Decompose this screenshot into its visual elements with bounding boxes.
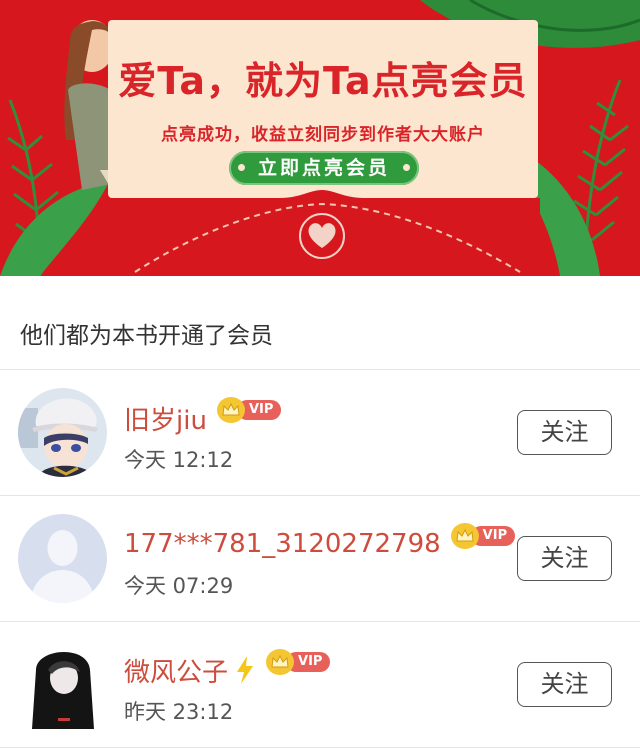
envelope-flap (110, 190, 540, 276)
vip-badge: VIP (266, 649, 331, 675)
crown-icon (450, 523, 479, 549)
list-item[interactable]: 微风公子 VIP 昨天 23:12 关注 (0, 622, 640, 748)
name-line: 微风公子 VIP (124, 649, 331, 689)
member-name[interactable]: 旧岁jiu (124, 400, 207, 437)
open-time: 今天 12:12 (124, 448, 234, 472)
open-time: 昨天 23:12 (124, 700, 234, 724)
name-line: 177***781_3120272798 VIP (124, 523, 516, 562)
follow-button[interactable]: 关注 (517, 536, 612, 581)
lightning-icon (237, 656, 254, 684)
anime-boy-avatar-icon (18, 388, 107, 477)
list-item[interactable]: 177***781_3120272798 VIP 今天 07:29 关注 (0, 496, 640, 622)
open-time: 今天 07:29 (124, 574, 234, 598)
crown-icon (266, 649, 295, 675)
avatar[interactable] (18, 388, 107, 477)
vip-badge: VIP (450, 523, 516, 549)
avatar[interactable] (18, 640, 107, 729)
member-name[interactable]: 微风公子 (124, 652, 228, 689)
follow-button[interactable]: 关注 (517, 410, 612, 455)
member-banner[interactable]: 爱Ta，就为Ta点亮会员 点亮成功，收益立刻同步到作者大大账户 立即点亮会员 (0, 0, 640, 276)
vip-badge: VIP (216, 397, 282, 423)
crown-icon (216, 397, 245, 423)
avatar[interactable] (18, 514, 107, 603)
default-user-avatar-icon (18, 514, 107, 603)
list-item[interactable]: 旧岁jiu VIP 今天 12:12 关注 (0, 370, 640, 496)
section-title: 他们都为本书开通了会员 (20, 323, 273, 349)
dark-hoodie-avatar-icon (18, 640, 107, 729)
name-line: 旧岁jiu VIP (124, 397, 282, 437)
member-name[interactable]: 177***781_3120272798 (124, 529, 441, 559)
follow-button[interactable]: 关注 (517, 662, 612, 707)
